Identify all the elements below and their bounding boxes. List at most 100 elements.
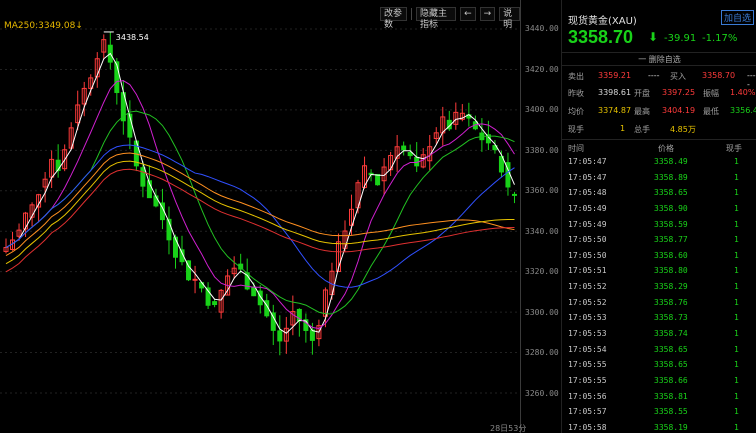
high-marker-label: 3438.54 [116,33,149,42]
candle-body [212,301,218,306]
candle-body [270,312,276,331]
tick-price: 3358.77 [654,235,688,245]
tick-time: 17:05:47 [568,157,607,166]
tick-time: 17:05:52 [568,282,607,292]
candle-body [277,330,283,342]
tick-time: 17:05:49 [568,219,607,229]
tick-time: 17:05:48 [568,188,607,198]
tick-price: 3358.90 [654,203,688,213]
tick-row: 17:05:53 3358.74 1 [562,326,756,342]
price-tick: 3260.00 [525,389,559,398]
tick-row: 17:05:50 3358.77 1 [562,232,756,248]
candle-body [172,236,178,258]
tick-time: 17:05:53 [568,329,607,339]
avg-value: 3374.87 [598,106,632,115]
next-arrow-icon[interactable]: → [479,7,496,21]
tick-price: 3358.81 [654,391,688,401]
params-button[interactable]: 改参数 [380,7,408,30]
candle-body [401,145,407,151]
price-tick: 3380.00 [525,146,559,155]
buy-label: 买入 [670,72,686,81]
price-change-pct: -1.17% [702,33,738,44]
time-axis-label: 28日53分 [490,424,527,433]
tick-volume: 1 [734,172,739,182]
bid-ask-row: 卖出 3359.21 ---- 买入 3358.70 ---- [562,69,756,89]
tick-volume: 1 [734,235,739,245]
tick-price: 3358.65 [654,360,688,370]
open-value: 3397.25 [662,88,696,97]
tick-row: 17:05:55 3358.65 1 [562,357,756,373]
tick-time: 17:05:50 [568,250,607,260]
ma250-label: MA250:3349.08↓ [4,21,83,31]
price-change: -39.91 [664,33,697,44]
sell-volume: ---- [648,71,660,80]
low-label: 最低 [703,107,719,116]
prev-arrow-icon[interactable]: ← [460,7,476,21]
tick-price: 3358.65 [654,344,688,354]
tick-price: 3358.66 [654,375,688,385]
instrument-name: 现货黄金(XAU) [568,16,637,27]
tick-time: 17:05:51 [568,266,607,276]
tick-time: 17:05:54 [568,344,607,354]
sell-label: 卖出 [568,72,584,81]
tick-price: 3358.89 [654,172,688,182]
tick-row: 17:05:58 3358.19 1 [562,420,756,433]
tick-price: 3358.49 [654,157,688,166]
tick-volume: 1 [734,157,739,166]
tick-volume: 1 [734,219,739,229]
tick-time: 17:05:50 [568,235,607,245]
candle-body [407,152,413,157]
tick-row: 17:05:47 3358.49 1 [562,154,756,170]
tick-price: 3358.55 [654,407,688,417]
candle-body [309,329,315,341]
tick-volume: 1 [734,250,739,260]
ma-line-yellow [5,160,515,265]
price-tick: 3400.00 [525,105,559,114]
toolbar-divider [411,8,412,20]
tick-row: 17:05:51 3358.80 1 [562,263,756,279]
hide-indicator-button[interactable]: 隐藏主指标 [415,7,457,30]
price-tick: 3420.00 [525,65,559,74]
kline-canvas[interactable]: 3438.54 [0,0,520,433]
tick-price: 3358.29 [654,282,688,292]
tick-price: 3358.80 [654,266,688,276]
last-price: 3358.70 [568,27,634,47]
total-volume-value: 4.85万 [670,125,696,134]
help-button[interactable]: 说明 [499,7,521,30]
price-tick: 3300.00 [525,308,559,317]
tick-volume: 1 [734,422,739,432]
tick-time: 17:05:47 [568,172,607,182]
tick-price: 3358.73 [654,313,688,323]
kline-chart[interactable]: 3438.54 改参数 隐藏主指标 ← → 说明 MA250:3349.08↓ [0,0,521,433]
tick-time: 17:05:57 [568,407,607,417]
tick-volume: 1 [734,375,739,385]
tick-volume: 1 [734,203,739,213]
remove-watchlist-button[interactable]: 一 删除自选 [562,52,756,66]
tick-volume: 1 [734,407,739,417]
tick-volume: 1 [734,344,739,354]
candle-body [511,193,517,196]
candle-body [140,167,146,187]
amplitude-label: 振幅 [703,89,719,98]
avg-label: 均价 [568,107,584,116]
candle-body [375,174,381,186]
add-watchlist-button[interactable]: 加自选 [720,10,754,25]
ticks-header-volume: 现手 [726,144,742,153]
ma-line-blue [5,144,515,288]
tick-row: 17:05:55 3358.66 1 [562,373,756,389]
tick-volume: 1 [734,360,739,370]
current-volume-value: 1 [620,124,626,133]
ticks-list[interactable]: 17:05:47 3358.49 1 17:05:47 3358.89 1 17:05:48… [562,154,756,433]
tick-volume: 1 [734,297,739,307]
buy-value: 3358.70 [702,71,736,80]
total-volume-label: 总手 [634,125,650,134]
tick-price: 3358.60 [654,250,688,260]
price-tick: 3320.00 [525,267,559,276]
tick-volume: 1 [734,266,739,276]
tick-time: 17:05:55 [568,360,607,370]
stats-row-3: 现手 1 总手 4.85万 [562,122,756,136]
tick-volume: 1 [734,391,739,401]
tick-time: 17:05:58 [568,422,607,432]
tick-price: 3358.59 [654,219,688,229]
tick-row: 17:05:50 3358.60 1 [562,248,756,264]
